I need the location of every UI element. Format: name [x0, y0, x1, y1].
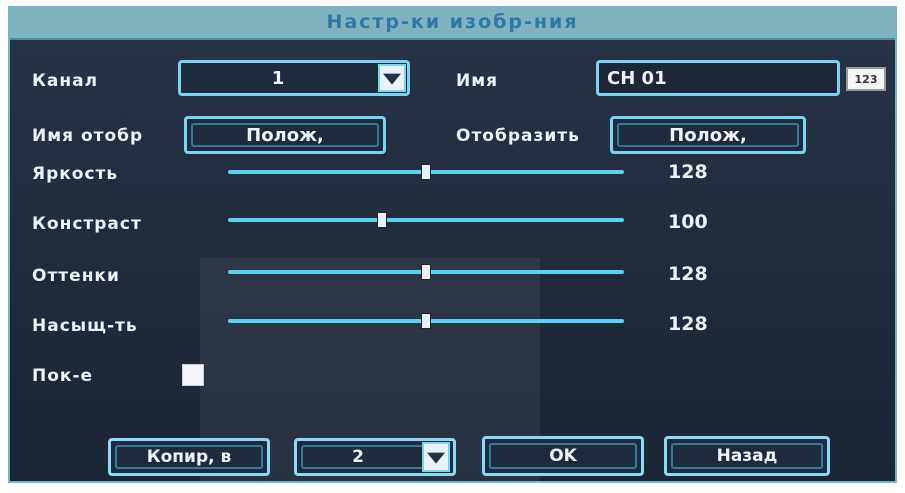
saturation-value: 128 [668, 313, 708, 335]
copy-target-value: 2 [352, 447, 364, 467]
dialog-title: Настр-ки изобр-ния [326, 11, 579, 33]
saturation-label: Насыщ-ть [32, 316, 138, 336]
display-name-label: Имя отобр [32, 126, 144, 146]
hue-value: 128 [668, 263, 708, 285]
title-bar: Настр-ки изобр-ния [10, 8, 895, 40]
copy-target-chevron-down-icon[interactable] [422, 442, 450, 472]
channel-select-value: 1 [271, 67, 285, 89]
channel-select[interactable]: 1 [178, 60, 410, 96]
contrast-label: Констраст [32, 214, 142, 234]
brightness-label: Яркость [32, 164, 119, 184]
name-label: Имя [456, 71, 499, 91]
brightness-slider-knob[interactable] [421, 164, 431, 180]
channel-dropdown-chevron-icon[interactable] [378, 64, 406, 92]
ok-button-label: OK [549, 446, 577, 466]
display-label: Отобразить [456, 126, 580, 146]
show-label: Пок-е [32, 366, 94, 386]
contrast-value: 100 [668, 211, 708, 233]
show-checkbox[interactable] [182, 364, 204, 386]
copy-to-button[interactable]: Копир, в [108, 438, 270, 476]
image-settings-dialog: Настр-ки изобр-ния Канал 1 Имя CH 01 123… [8, 6, 897, 483]
channel-label: Канал [32, 71, 99, 91]
display-name-select-frame [191, 123, 379, 147]
back-button[interactable]: Назад [664, 436, 830, 476]
name-input-value: CH 01 [607, 67, 667, 89]
name-input[interactable]: CH 01 [596, 60, 840, 96]
ok-button[interactable]: OK [482, 436, 644, 476]
hue-label: Оттенки [32, 266, 120, 286]
saturation-slider-knob[interactable] [421, 313, 431, 329]
display-name-select[interactable]: Полож, [184, 116, 386, 154]
screen: Настр-ки изобр-ния Канал 1 Имя CH 01 123… [0, 0, 905, 493]
contrast-slider-track[interactable] [228, 218, 624, 222]
display-select[interactable]: Полож, [610, 116, 806, 154]
hue-slider-knob[interactable] [421, 264, 431, 280]
brightness-value: 128 [668, 161, 708, 183]
copy-to-button-label: Копир, в [146, 447, 232, 467]
keyboard-icon[interactable]: 123 [846, 67, 886, 91]
back-button-label: Назад [716, 446, 778, 466]
display-select-frame [617, 123, 799, 147]
keyboard-icon-text: 123 [854, 72, 878, 86]
contrast-slider-knob[interactable] [377, 212, 388, 228]
